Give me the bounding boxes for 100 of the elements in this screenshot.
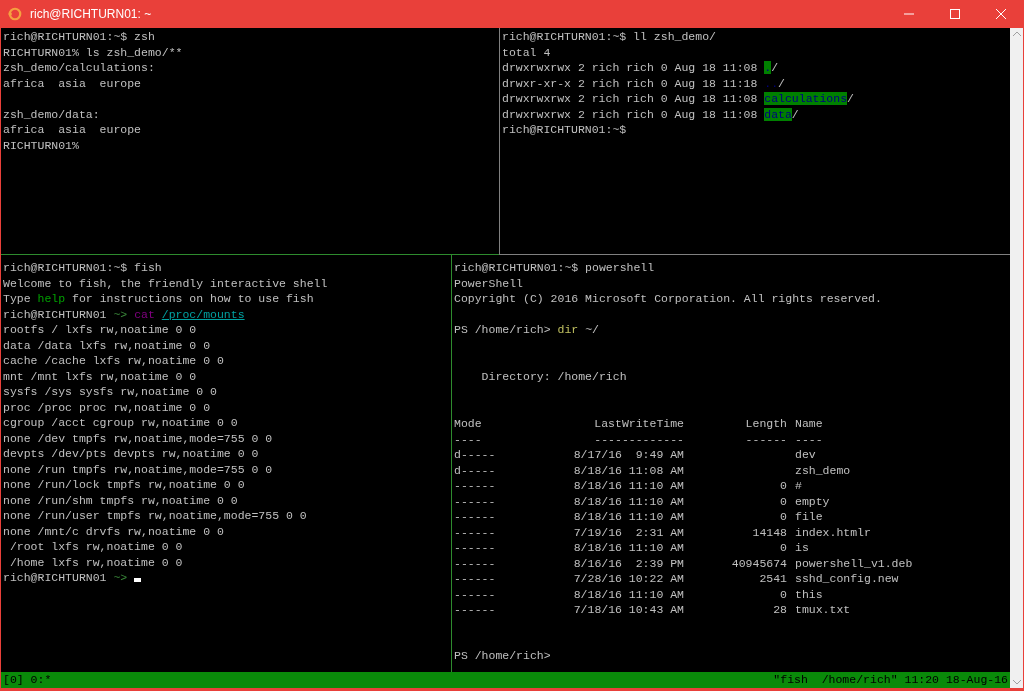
terminal-line: rich@RICHTURN01 ~> (3, 570, 128, 587)
terminal-line: zsh_demo/calculations: (3, 60, 155, 77)
terminal-line: PowerShell (454, 275, 523, 292)
table-cell-text: 10:22 AM (628, 571, 684, 587)
terminal-line: none /run tmpfs rw,noatime,mode=755 0 0 (3, 461, 273, 478)
terminal-line: rich@RICHTURN01:~$ zsh (3, 29, 155, 46)
terminal-line: africa asia europe (3, 75, 142, 92)
table-cell-text: 11:10 AM (628, 509, 684, 525)
table-cell-text: ------ (454, 571, 497, 587)
table-cell-text: 9:49 AM (635, 447, 684, 463)
terminal-line: none /run/shm tmpfs rw,noatime 0 0 (3, 492, 238, 509)
terminal-line: RICHTURN01% ls zsh_demo/** (3, 44, 183, 61)
terminal-line: sysfs /sys sysfs rw,noatime 0 0 (3, 384, 217, 401)
header-rule: ------------- (594, 431, 684, 448)
terminal-line: PS /home/rich> dir ~/ (454, 322, 599, 339)
table-cell-text: # (795, 478, 803, 494)
header-rule: ------ (745, 431, 787, 448)
terminal-line: cgroup /acct cgroup rw,noatime 0 0 (3, 415, 238, 432)
header-rule: ---- (795, 431, 824, 448)
table-cell-text: 40945674 (731, 555, 787, 572)
terminal-line: Welcome to fish, the friendly interactive shell (3, 275, 328, 292)
terminal-line: rich@RICHTURN01:~$ powershell (454, 260, 655, 277)
terminal-line: devpts /dev/pts devpts rw,noatime 0 0 (3, 446, 259, 463)
table-cell-text: 0 (780, 493, 787, 510)
table-cell-text: sshd_config.new (795, 571, 900, 587)
terminal-line: proc /proc proc rw,noatime 0 0 (3, 399, 211, 416)
table-cell-text: 7/19/16 (573, 524, 622, 541)
table-cell-text: zsh_demo (795, 462, 852, 479)
terminal-line: Copyright (C) 2016 Microsoft Corporation. All rights reserved. (454, 291, 882, 308)
terminal-line: rootfs / lxfs rw,noatime 0 0 (3, 322, 197, 339)
terminal-line: rich@RICHTURN01 ~> cat /proc/mounts (3, 306, 245, 323)
terminal-line: total 4 (502, 44, 551, 61)
session-label: [0] 0:* (3, 672, 52, 689)
table-cell-text: 10:43 AM (628, 602, 684, 618)
terminal-line: drwxrwxrwx 2 rich rich 0 Aug 18 11:08 ./ (502, 60, 779, 77)
text-cursor (134, 578, 142, 583)
table-cell-text: 8/16/16 (573, 555, 622, 572)
terminal-line: /home lxfs rw,noatime 0 0 (8, 554, 183, 571)
terminal-line: none /run/lock tmpfs rw,noatime 0 0 (3, 477, 245, 494)
table-cell-text: is (795, 540, 810, 556)
terminal-line: none /run/user tmpfs rw,noatime,mode=755 0 0 (3, 508, 307, 525)
table-cell-text: file (795, 509, 824, 525)
status-info: "fish /home/rich" 11:20 18-Aug-16 (773, 672, 1008, 689)
terminal-line: PS /home/rich> (454, 647, 551, 664)
table-cell-text: powershell_v1.deb (795, 555, 914, 572)
table-cell-text: 8/18/16 (573, 462, 622, 479)
scroll-up-icon[interactable] (1012, 31, 1021, 36)
table-cell-text: 28 (773, 602, 787, 618)
table-cell-text: 0 (780, 478, 787, 494)
table-cell-text: 2:39 PM (635, 555, 684, 572)
terminal-line: drwxrwxrwx 2 rich rich 0 Aug 18 11:08 calculations/ (502, 91, 854, 108)
table-cell-text: 8/18/16 (573, 509, 622, 525)
column-header: LastWriteTime (594, 416, 684, 432)
terminal-line: drwxr-xr-x 2 rich rich 0 Aug 18 11:18 ../ (502, 75, 785, 92)
table-cell-text: ------ (454, 493, 497, 510)
table-cell-text: 8/18/16 (573, 540, 622, 556)
terminal-line: RICHTURN01% (3, 137, 79, 154)
terminal-line: africa asia europe (3, 122, 142, 139)
column-header: Length (745, 416, 787, 432)
table-cell-text: 0 (780, 586, 787, 603)
table-cell-text: 2:31 AM (635, 524, 684, 541)
terminal-line: mnt /mnt lxfs rw,noatime 0 0 (3, 368, 197, 385)
close-icon (996, 9, 1006, 19)
terminal-line: none /mnt/c drvfs rw,noatime 0 0 (3, 523, 224, 540)
table-cell-text: 8/18/16 (573, 493, 622, 510)
table-cell-text: ------ (454, 524, 497, 541)
terminal-line: rich@RICHTURN01:~$ fish (3, 260, 162, 277)
terminal-line: Directory: /home/rich (480, 368, 627, 385)
table-cell-text: 8/17/16 (573, 447, 622, 463)
terminal-line: zsh_demo/data: (3, 106, 100, 123)
terminal-line: /root lxfs rw,noatime 0 0 (8, 539, 183, 556)
terminal-line: rich@RICHTURN01:~$ (502, 122, 627, 139)
terminal-line: data /data lxfs rw,noatime 0 0 (3, 337, 211, 354)
scroll-down-icon[interactable] (1012, 680, 1021, 685)
terminal-line: none /dev tmpfs rw,noatime,mode=755 0 0 (3, 430, 273, 447)
table-cell-text: d----- (454, 447, 497, 463)
table-cell-text: 11:10 AM (628, 586, 684, 603)
table-cell-text: ------ (454, 509, 497, 525)
table-cell-text: 11:10 AM (628, 478, 684, 494)
table-cell-text: 8/18/16 (573, 586, 622, 603)
terminal-line: cache /cache lxfs rw,noatime 0 0 (3, 353, 224, 370)
table-cell-text: 2541 (759, 571, 787, 587)
table-cell-text: 14148 (752, 524, 787, 541)
table-cell-text: ------ (454, 540, 497, 556)
terminal-line: Type help for instructions on how to use fish (3, 291, 314, 308)
table-cell-text: ------ (454, 586, 497, 603)
table-cell-text: 0 (780, 540, 787, 556)
window-title: rich@RICHTURN01: ~ (30, 6, 152, 23)
table-cell-text: 11:08 AM (628, 462, 684, 479)
table-cell-text: index.htmlr (795, 524, 872, 541)
table-cell-text: tmux.txt (795, 602, 852, 618)
table-cell-text: 11:10 AM (628, 493, 684, 510)
app-logo-icon (8, 7, 22, 21)
table-cell-text: 7/28/16 (573, 571, 622, 587)
column-header: Name (795, 416, 824, 432)
table-cell-text: 7/18/16 (573, 602, 622, 618)
table-cell-text: 8/18/16 (573, 478, 622, 494)
table-cell-text: empty (795, 493, 831, 510)
scrollbar[interactable] (1010, 28, 1023, 688)
table-cell-text: ------ (454, 478, 497, 494)
